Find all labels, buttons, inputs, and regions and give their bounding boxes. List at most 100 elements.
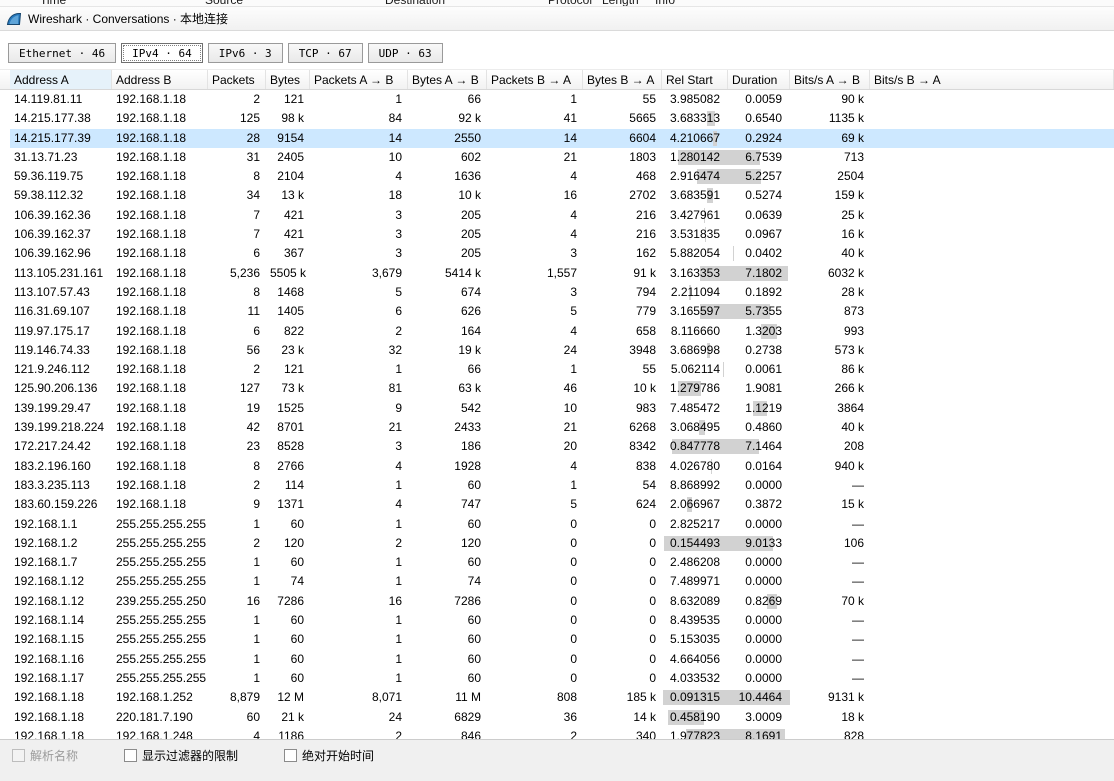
- cell-bits-per-s-a-to-b: 40 k: [790, 418, 870, 437]
- cell-bits-per-s-b-to-a: [870, 611, 1114, 630]
- cell-packets-a-to-b: 4: [310, 167, 408, 186]
- table-row[interactable]: 106.39.162.36192.168.1.187421320542163.4…: [10, 206, 1114, 225]
- bg-column-label: Protocol: [548, 0, 592, 7]
- table-row[interactable]: 192.168.1.18220.181.7.1906021 k246829361…: [10, 708, 1114, 727]
- cell-bytes-a-to-b: 60: [408, 476, 487, 495]
- cell-packets-b-to-a: 46: [487, 379, 583, 398]
- table-row[interactable]: 172.217.24.42192.168.1.18238528318620834…: [10, 437, 1114, 456]
- cell-rel-start: 3.686998: [662, 341, 728, 360]
- cell-packets-a-to-b: 3: [310, 225, 408, 244]
- table-row[interactable]: 106.39.162.37192.168.1.187421320542163.5…: [10, 225, 1114, 244]
- table-row[interactable]: 192.168.1.14255.255.255.255160160008.439…: [10, 611, 1114, 630]
- table-row[interactable]: 183.3.235.113192.168.1.1821141601548.868…: [10, 476, 1114, 495]
- cell-bytes: 98 k: [266, 109, 310, 128]
- tab-ipv6[interactable]: IPv6 · 3: [208, 43, 283, 63]
- checkbox-box[interactable]: [124, 749, 137, 762]
- table-row[interactable]: 121.9.246.112192.168.1.1821211661555.062…: [10, 360, 1114, 379]
- cell-bits-per-s-b-to-a: [870, 650, 1114, 669]
- table-row[interactable]: 106.39.162.96192.168.1.186367320531625.8…: [10, 244, 1114, 263]
- cell-address-b: 255.255.255.255: [112, 553, 208, 572]
- cell-bytes-b-to-a: 0: [583, 592, 662, 611]
- table-row[interactable]: 183.2.196.160192.168.1.18827664192848384…: [10, 457, 1114, 476]
- cell-packets-a-to-b: 4: [310, 495, 408, 514]
- column-header-bytes-a-to-b[interactable]: Bytes A → B: [408, 70, 487, 89]
- column-header-bytes-b-to-a[interactable]: Bytes B → A: [583, 70, 662, 89]
- table-row[interactable]: 192.168.1.16255.255.255.255160160004.664…: [10, 650, 1114, 669]
- table-row[interactable]: 119.146.74.33192.168.1.185623 k3219 k243…: [10, 341, 1114, 360]
- cell-address-a: 192.168.1.15: [10, 630, 112, 649]
- table-row[interactable]: 192.168.1.18192.168.1.24841186284623401.…: [10, 727, 1114, 739]
- table-row[interactable]: 31.13.71.23192.168.1.1831240510602211803…: [10, 148, 1114, 167]
- column-header-duration[interactable]: Duration: [728, 70, 790, 89]
- checkbox-box: [12, 749, 25, 762]
- table-row[interactable]: 116.31.69.107192.168.1.18111405662657793…: [10, 302, 1114, 321]
- table-row[interactable]: 59.36.119.75192.168.1.18821044163644682.…: [10, 167, 1114, 186]
- column-header-packets[interactable]: Packets: [208, 70, 266, 89]
- cell-bytes: 822: [266, 322, 310, 341]
- checkbox-limit-to-display-filter[interactable]: 显示过滤器的限制: [124, 747, 238, 764]
- column-header-bits-per-s-a-to-b[interactable]: Bits/s A → B: [790, 70, 870, 89]
- column-header-bits-per-s-b-to-a[interactable]: Bits/s B → A: [870, 70, 1114, 89]
- column-header-rel-start[interactable]: Rel Start: [662, 70, 728, 89]
- cell-packets-a-to-b: 1: [310, 572, 408, 591]
- column-header-packets-a-to-b[interactable]: Packets A → B: [310, 70, 408, 89]
- checkbox-label: 绝对开始时间: [302, 747, 374, 764]
- cell-bytes-a-to-b: 6829: [408, 708, 487, 727]
- table-row[interactable]: 192.168.1.12239.255.255.2501672861672860…: [10, 592, 1114, 611]
- tab-tcp[interactable]: TCP · 67: [288, 43, 363, 63]
- cell-bytes-b-to-a: 54: [583, 476, 662, 495]
- tab-ipv4[interactable]: IPv4 · 64: [121, 43, 203, 63]
- cell-bits-per-s-a-to-b: 90 k: [790, 90, 870, 109]
- table-row[interactable]: 119.97.175.17192.168.1.186822216446588.1…: [10, 322, 1114, 341]
- cell-bytes: 5505 k: [266, 264, 310, 283]
- cell-bytes-a-to-b: 66: [408, 90, 487, 109]
- tab-udp[interactable]: UDP · 63: [368, 43, 443, 63]
- column-header-address-a[interactable]: Address A: [10, 70, 112, 89]
- table-row[interactable]: 14.215.177.39192.168.1.18289154142550146…: [10, 129, 1114, 148]
- column-header-bytes[interactable]: Bytes: [266, 70, 310, 89]
- cell-bytes: 9154: [266, 129, 310, 148]
- column-header-packets-b-to-a[interactable]: Packets B → A: [487, 70, 583, 89]
- cell-packets: 56: [208, 341, 266, 360]
- cell-bits-per-s-b-to-a: [870, 418, 1114, 437]
- table-row[interactable]: 14.119.81.11192.168.1.1821211661553.9850…: [10, 90, 1114, 109]
- table-row[interactable]: 59.38.112.32192.168.1.183413 k1810 k1627…: [10, 186, 1114, 205]
- cell-bytes-a-to-b: 626: [408, 302, 487, 321]
- cell-packets: 8: [208, 457, 266, 476]
- cell-bits-per-s-b-to-a: [870, 708, 1114, 727]
- timeline-cell: 7.4854721.1219: [662, 399, 790, 418]
- cell-address-b: 255.255.255.255: [112, 669, 208, 688]
- window-titlebar[interactable]: Wireshark · Conversations · 本地连接: [0, 7, 1114, 31]
- cell-bytes-b-to-a: 6268: [583, 418, 662, 437]
- table-row[interactable]: 183.60.159.226192.168.1.1891371474756242…: [10, 495, 1114, 514]
- table-row[interactable]: 192.168.1.17255.255.255.255160160004.033…: [10, 669, 1114, 688]
- table-row[interactable]: 14.215.177.38192.168.1.1812598 k8492 k41…: [10, 109, 1114, 128]
- cell-rel-start: 7.489971: [662, 572, 728, 591]
- cell-bytes: 121: [266, 360, 310, 379]
- tab-ethernet[interactable]: Ethernet · 46: [8, 43, 116, 63]
- cell-bytes: 1405: [266, 302, 310, 321]
- column-header-address-b[interactable]: Address B: [112, 70, 208, 89]
- table-row[interactable]: 192.168.1.1255.255.255.255160160002.8252…: [10, 515, 1114, 534]
- table-row[interactable]: 192.168.1.2255.255.255.25521202120000.15…: [10, 534, 1114, 553]
- table-row[interactable]: 139.199.29.47192.168.1.18191525954210983…: [10, 399, 1114, 418]
- cell-duration: 0.0000: [728, 630, 790, 649]
- table-row[interactable]: 113.107.57.43192.168.1.1881468567437942.…: [10, 283, 1114, 302]
- cell-packets-a-to-b: 84: [310, 109, 408, 128]
- conversations-table-body[interactable]: 14.119.81.11192.168.1.1821211661553.9850…: [0, 90, 1114, 739]
- table-row[interactable]: 125.90.206.136192.168.1.1812773 k8163 k4…: [10, 379, 1114, 398]
- checkbox-absolute-start-time[interactable]: 绝对开始时间: [284, 747, 374, 764]
- table-row[interactable]: 192.168.1.7255.255.255.255160160002.4862…: [10, 553, 1114, 572]
- timeline-cell: 5.0621140.0061: [662, 360, 790, 379]
- table-row[interactable]: 192.168.1.15255.255.255.255160160005.153…: [10, 630, 1114, 649]
- table-row[interactable]: 113.105.231.161192.168.1.185,2365505 k3,…: [10, 264, 1114, 283]
- cell-rel-start: 3.163353: [662, 264, 728, 283]
- timeline-cell: 0.4581903.0009: [662, 708, 790, 727]
- table-row[interactable]: 192.168.1.18192.168.1.2528,87912 M8,0711…: [10, 688, 1114, 707]
- table-row[interactable]: 139.199.218.224192.168.1.184287012124332…: [10, 418, 1114, 437]
- table-row[interactable]: 192.168.1.12255.255.255.255174174007.489…: [10, 572, 1114, 591]
- cell-rel-start: 3.165597: [662, 302, 728, 321]
- cell-bits-per-s-a-to-b: —: [790, 476, 870, 495]
- checkbox-box[interactable]: [284, 749, 297, 762]
- cell-bits-per-s-b-to-a: [870, 360, 1114, 379]
